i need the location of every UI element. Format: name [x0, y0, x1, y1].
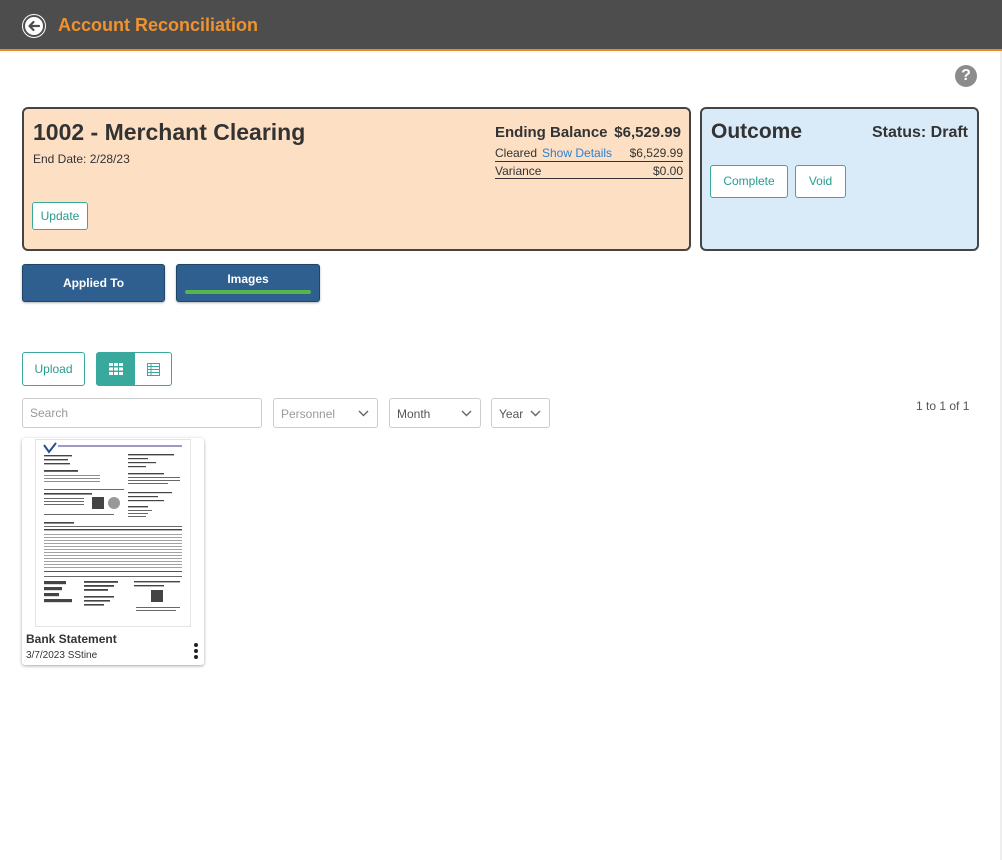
- account-title: 1002 - Merchant Clearing: [33, 119, 306, 145]
- outcome-card: Outcome Status: Draft Complete Void: [700, 107, 979, 251]
- personnel-dropdown-value: Personnel: [281, 407, 336, 421]
- chevron-down-icon: [530, 410, 541, 417]
- more-options-icon[interactable]: [192, 643, 200, 661]
- help-icon[interactable]: ?: [955, 65, 977, 87]
- grid-view-icon: [109, 363, 123, 375]
- cleared-value: $6,529.99: [629, 146, 683, 160]
- month-dropdown[interactable]: Month: [389, 398, 481, 428]
- tab-applied-to[interactable]: Applied To: [22, 264, 165, 302]
- image-card[interactable]: Bank Statement 3/7/2023 SStine: [22, 438, 204, 665]
- ending-balance-label: Ending Balance: [495, 124, 608, 141]
- variance-value: $0.00: [652, 164, 683, 178]
- list-view-icon: [147, 363, 160, 376]
- status-badge: Status: Draft: [871, 124, 968, 141]
- tab-images-label: Images: [227, 272, 269, 286]
- top-bar: Account Reconciliation: [0, 0, 1002, 51]
- chevron-down-icon: [358, 410, 369, 417]
- pagination-info: 1 to 1 of 1: [916, 399, 970, 413]
- image-meta: 3/7/2023 SStine: [26, 650, 98, 661]
- active-tab-indicator: [185, 290, 311, 294]
- month-dropdown-value: Month: [397, 407, 431, 421]
- back-arrow-icon[interactable]: [22, 14, 46, 38]
- personnel-dropdown[interactable]: Personnel: [273, 398, 378, 428]
- year-dropdown[interactable]: Year: [491, 398, 550, 428]
- update-button[interactable]: Update: [32, 202, 88, 230]
- upload-button[interactable]: Upload: [22, 352, 85, 386]
- complete-button[interactable]: Complete: [710, 165, 788, 198]
- show-details-link[interactable]: Show Details: [542, 146, 612, 160]
- bank-statement-thumbnail: [35, 439, 191, 627]
- year-dropdown-value: Year: [499, 407, 524, 421]
- page-title: Account Reconciliation: [58, 15, 259, 35]
- end-date: End Date: 2/28/23: [33, 152, 130, 166]
- outcome-title: Outcome: [711, 120, 803, 143]
- cleared-label: Cleared: [495, 146, 538, 160]
- account-summary-card: 1002 - Merchant Clearing End Date: 2/28/…: [22, 107, 691, 251]
- grid-view-button[interactable]: [96, 352, 135, 386]
- cleared-row: Cleared Show Details $6,529.99: [495, 145, 683, 162]
- chevron-down-icon: [461, 410, 472, 417]
- variance-label: Variance: [495, 164, 542, 178]
- variance-row: Variance $0.00: [495, 164, 683, 179]
- image-title: Bank Statement: [26, 632, 117, 646]
- list-view-button[interactable]: [134, 352, 172, 386]
- search-input[interactable]: [22, 398, 262, 428]
- tab-images[interactable]: Images: [176, 264, 320, 302]
- void-button[interactable]: Void: [795, 165, 846, 198]
- ending-balance-value: $6,529.99: [614, 124, 681, 141]
